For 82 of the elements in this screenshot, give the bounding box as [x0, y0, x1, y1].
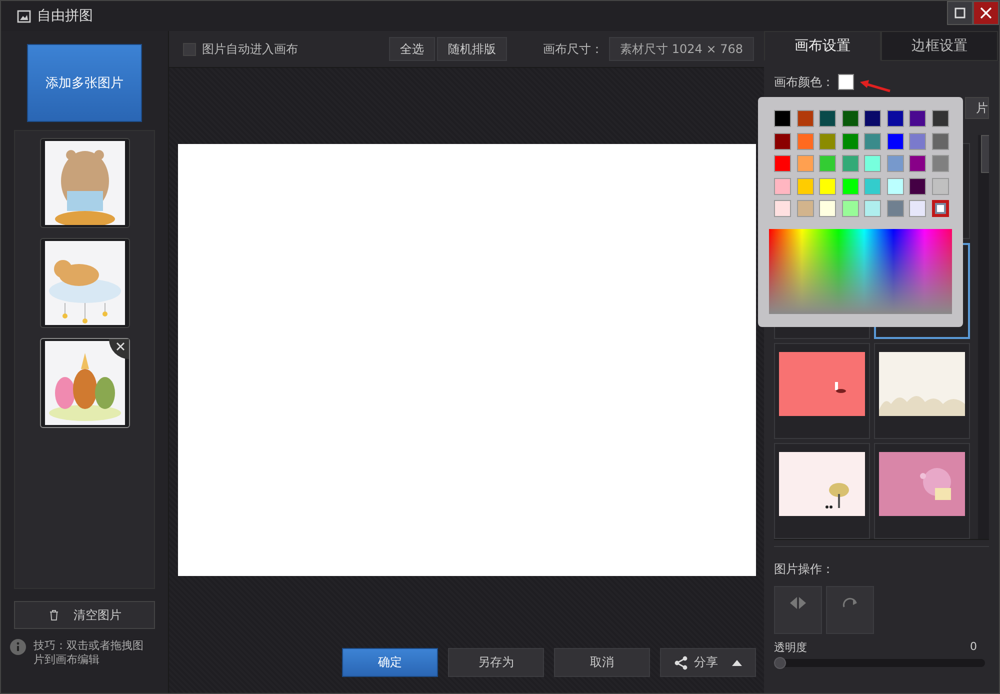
- action-button[interactable]: 取消: [554, 648, 650, 677]
- arrow-icon: [858, 79, 892, 93]
- button-fragment[interactable]: 片: [965, 97, 989, 119]
- close-icon: [980, 7, 992, 19]
- trash-icon: [48, 609, 60, 621]
- color-swatch[interactable]: [909, 200, 926, 217]
- color-swatch[interactable]: [819, 132, 836, 150]
- color-swatch[interactable]: [864, 155, 881, 172]
- color-swatch[interactable]: [909, 110, 926, 127]
- tab[interactable]: 画布设置: [764, 31, 881, 61]
- toolbar-button[interactable]: 随机排版: [437, 37, 508, 61]
- action-button[interactable]: 分享: [660, 648, 756, 677]
- template-item[interactable]: [874, 343, 970, 439]
- color-swatch[interactable]: [886, 178, 904, 194]
- color-swatch[interactable]: [886, 110, 904, 127]
- canvas-color-label: 画布颜色：: [774, 74, 834, 90]
- color-swatch[interactable]: [842, 132, 858, 150]
- maximize-icon: [954, 7, 966, 19]
- auto-add-checkbox[interactable]: 图片自动进入画布: [183, 40, 298, 58]
- remove-icon[interactable]: [108, 339, 128, 359]
- opacity-reading: 0: [970, 640, 977, 655]
- color-swatch[interactable]: [842, 200, 858, 217]
- color-swatch[interactable]: [932, 178, 948, 194]
- color-swatch[interactable]: [842, 155, 858, 172]
- opacity-label: 透明度: [774, 640, 807, 655]
- rotate-icon: [842, 597, 858, 609]
- template-item[interactable]: [774, 443, 870, 539]
- color-swatch[interactable]: [864, 200, 881, 217]
- color-swatch[interactable]: [864, 178, 881, 194]
- color-swatch[interactable]: [796, 178, 814, 194]
- tip-text: 技巧：双击或者拖拽图片到画布编辑: [34, 639, 144, 667]
- action-button[interactable]: 确定: [342, 648, 438, 677]
- color-swatch[interactable]: [774, 132, 791, 150]
- tab[interactable]: 边框设置: [881, 31, 998, 61]
- color-swatch[interactable]: [819, 155, 836, 172]
- color-swatch[interactable]: [796, 155, 814, 172]
- color-swatch[interactable]: [909, 155, 926, 172]
- canvas-size-label: 画布尺寸：: [543, 40, 604, 58]
- color-spectrum[interactable]: [769, 229, 952, 314]
- color-swatch[interactable]: [909, 132, 926, 150]
- color-swatch[interactable]: [819, 110, 836, 127]
- color-swatch[interactable]: [864, 110, 881, 127]
- color-swatch[interactable]: [932, 155, 948, 172]
- color-swatch[interactable]: [796, 132, 814, 150]
- color-swatch[interactable]: [774, 110, 791, 127]
- color-swatch-button[interactable]: [838, 74, 854, 90]
- color-swatch[interactable]: [842, 178, 858, 194]
- color-swatch[interactable]: [886, 200, 904, 217]
- scrollbar[interactable]: [978, 135, 989, 539]
- clear-images-button[interactable]: 清空图片: [14, 601, 155, 629]
- flip-icon: [790, 597, 806, 609]
- color-swatch[interactable]: [796, 200, 814, 217]
- share-icon: [674, 656, 688, 670]
- action-button[interactable]: 另存为: [448, 648, 544, 677]
- add-images-button[interactable]: 添加多张图片: [27, 44, 142, 122]
- close-button[interactable]: [973, 1, 999, 25]
- color-swatch[interactable]: [819, 178, 836, 194]
- flip-button[interactable]: [774, 586, 822, 634]
- maximize-button[interactable]: [947, 1, 973, 25]
- color-swatch[interactable]: [932, 110, 948, 127]
- color-swatch[interactable]: [864, 132, 881, 150]
- canvas-size-dropdown[interactable]: 素材尺寸 1024 × 768: [609, 37, 754, 61]
- template-item[interactable]: [874, 443, 970, 539]
- color-swatch[interactable]: [842, 110, 858, 127]
- template-item[interactable]: [774, 343, 870, 439]
- opacity-slider[interactable]: [774, 659, 985, 667]
- info-icon: [10, 639, 26, 655]
- color-swatch[interactable]: [932, 200, 948, 217]
- color-swatch[interactable]: [774, 200, 791, 217]
- window-title: 自由拼图: [37, 7, 93, 25]
- color-swatch[interactable]: [909, 178, 926, 194]
- color-swatch[interactable]: [774, 178, 791, 194]
- color-swatch[interactable]: [819, 200, 836, 217]
- toolbar-button[interactable]: 全选: [389, 37, 436, 61]
- color-swatch[interactable]: [774, 155, 791, 172]
- color-swatch[interactable]: [886, 155, 904, 172]
- color-swatch[interactable]: [886, 132, 904, 150]
- image-ops-label: 图片操作：: [774, 561, 835, 578]
- picture-icon: [17, 9, 31, 23]
- color-swatch[interactable]: [796, 110, 814, 127]
- color-swatch[interactable]: [932, 132, 948, 150]
- caret-icon: [732, 660, 742, 666]
